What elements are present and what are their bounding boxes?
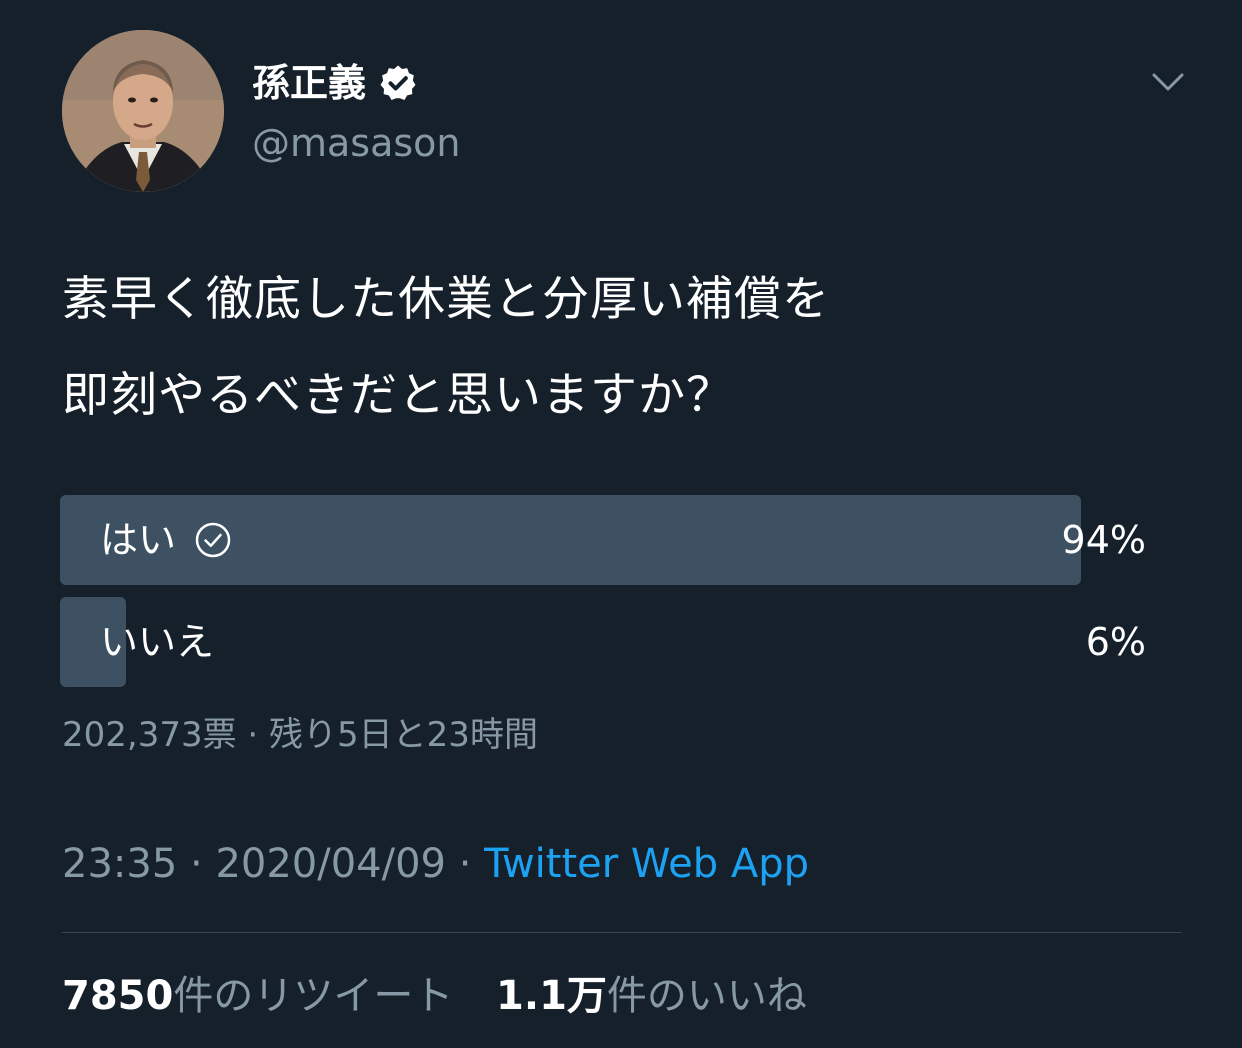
retweets-count: 7850 [62,973,174,1019]
tweet-date[interactable]: 2020/04/09 [215,841,446,887]
author-handle[interactable]: @masason [252,116,461,170]
tweet-stats: 7850件のリツイート 1.1万件のいいね [62,966,837,1026]
check-circle-icon [194,521,232,559]
tweet-text: 素早く徹底した休業と分厚い補償を 即刻やるべきだと思いますか？ [62,252,1182,444]
poll-option-label: はい [100,495,232,585]
retweets-label: 件のリツイート [173,973,454,1019]
display-name-text: 孫正義 [252,61,367,105]
author-display-name[interactable]: 孫正義 [252,56,418,110]
poll-option-percent: 6% [1085,620,1146,664]
likes-count: 1.1万 [496,973,607,1019]
poll-option-no: いいえ 6% [60,597,1146,687]
retweets-stat[interactable]: 7850件のリツイート [62,973,453,1019]
poll-option-yes: はい 94% [60,495,1146,585]
poll-option-text: はい [100,518,177,562]
tweet-text-line: 即刻やるべきだと思いますか？ [62,368,734,423]
separator: · [190,841,203,887]
chevron-down-icon[interactable] [1148,62,1188,102]
likes-stat[interactable]: 1.1万件のいいね [496,973,807,1019]
poll-time-remaining: 残り5日と23時間 [269,715,538,755]
verified-badge-icon [378,63,418,103]
poll-vote-count: 202,373票 [62,715,237,755]
tweet-source-link[interactable]: Twitter Web App [484,841,809,887]
separator: · [247,715,259,755]
likes-label: 件のいいね [606,973,807,1019]
avatar-image [62,30,224,192]
poll-option-text: いいえ [100,620,215,664]
divider [62,932,1182,933]
tweet-text-line: 素早く徹底した休業と分厚い補償を [62,272,830,327]
tweet-timestamp-row: 23:35 · 2020/04/09 · Twitter Web App [62,834,809,894]
separator: · [458,841,472,887]
poll-option-percent: 94% [1061,518,1146,562]
tweet-time[interactable]: 23:35 [62,841,177,887]
poll-meta: 202,373票 · 残り5日と23時間 [62,708,538,762]
avatar[interactable] [62,30,224,192]
poll: はい 94% いいえ 6% [60,495,1146,699]
poll-option-label: いいえ [100,597,214,687]
